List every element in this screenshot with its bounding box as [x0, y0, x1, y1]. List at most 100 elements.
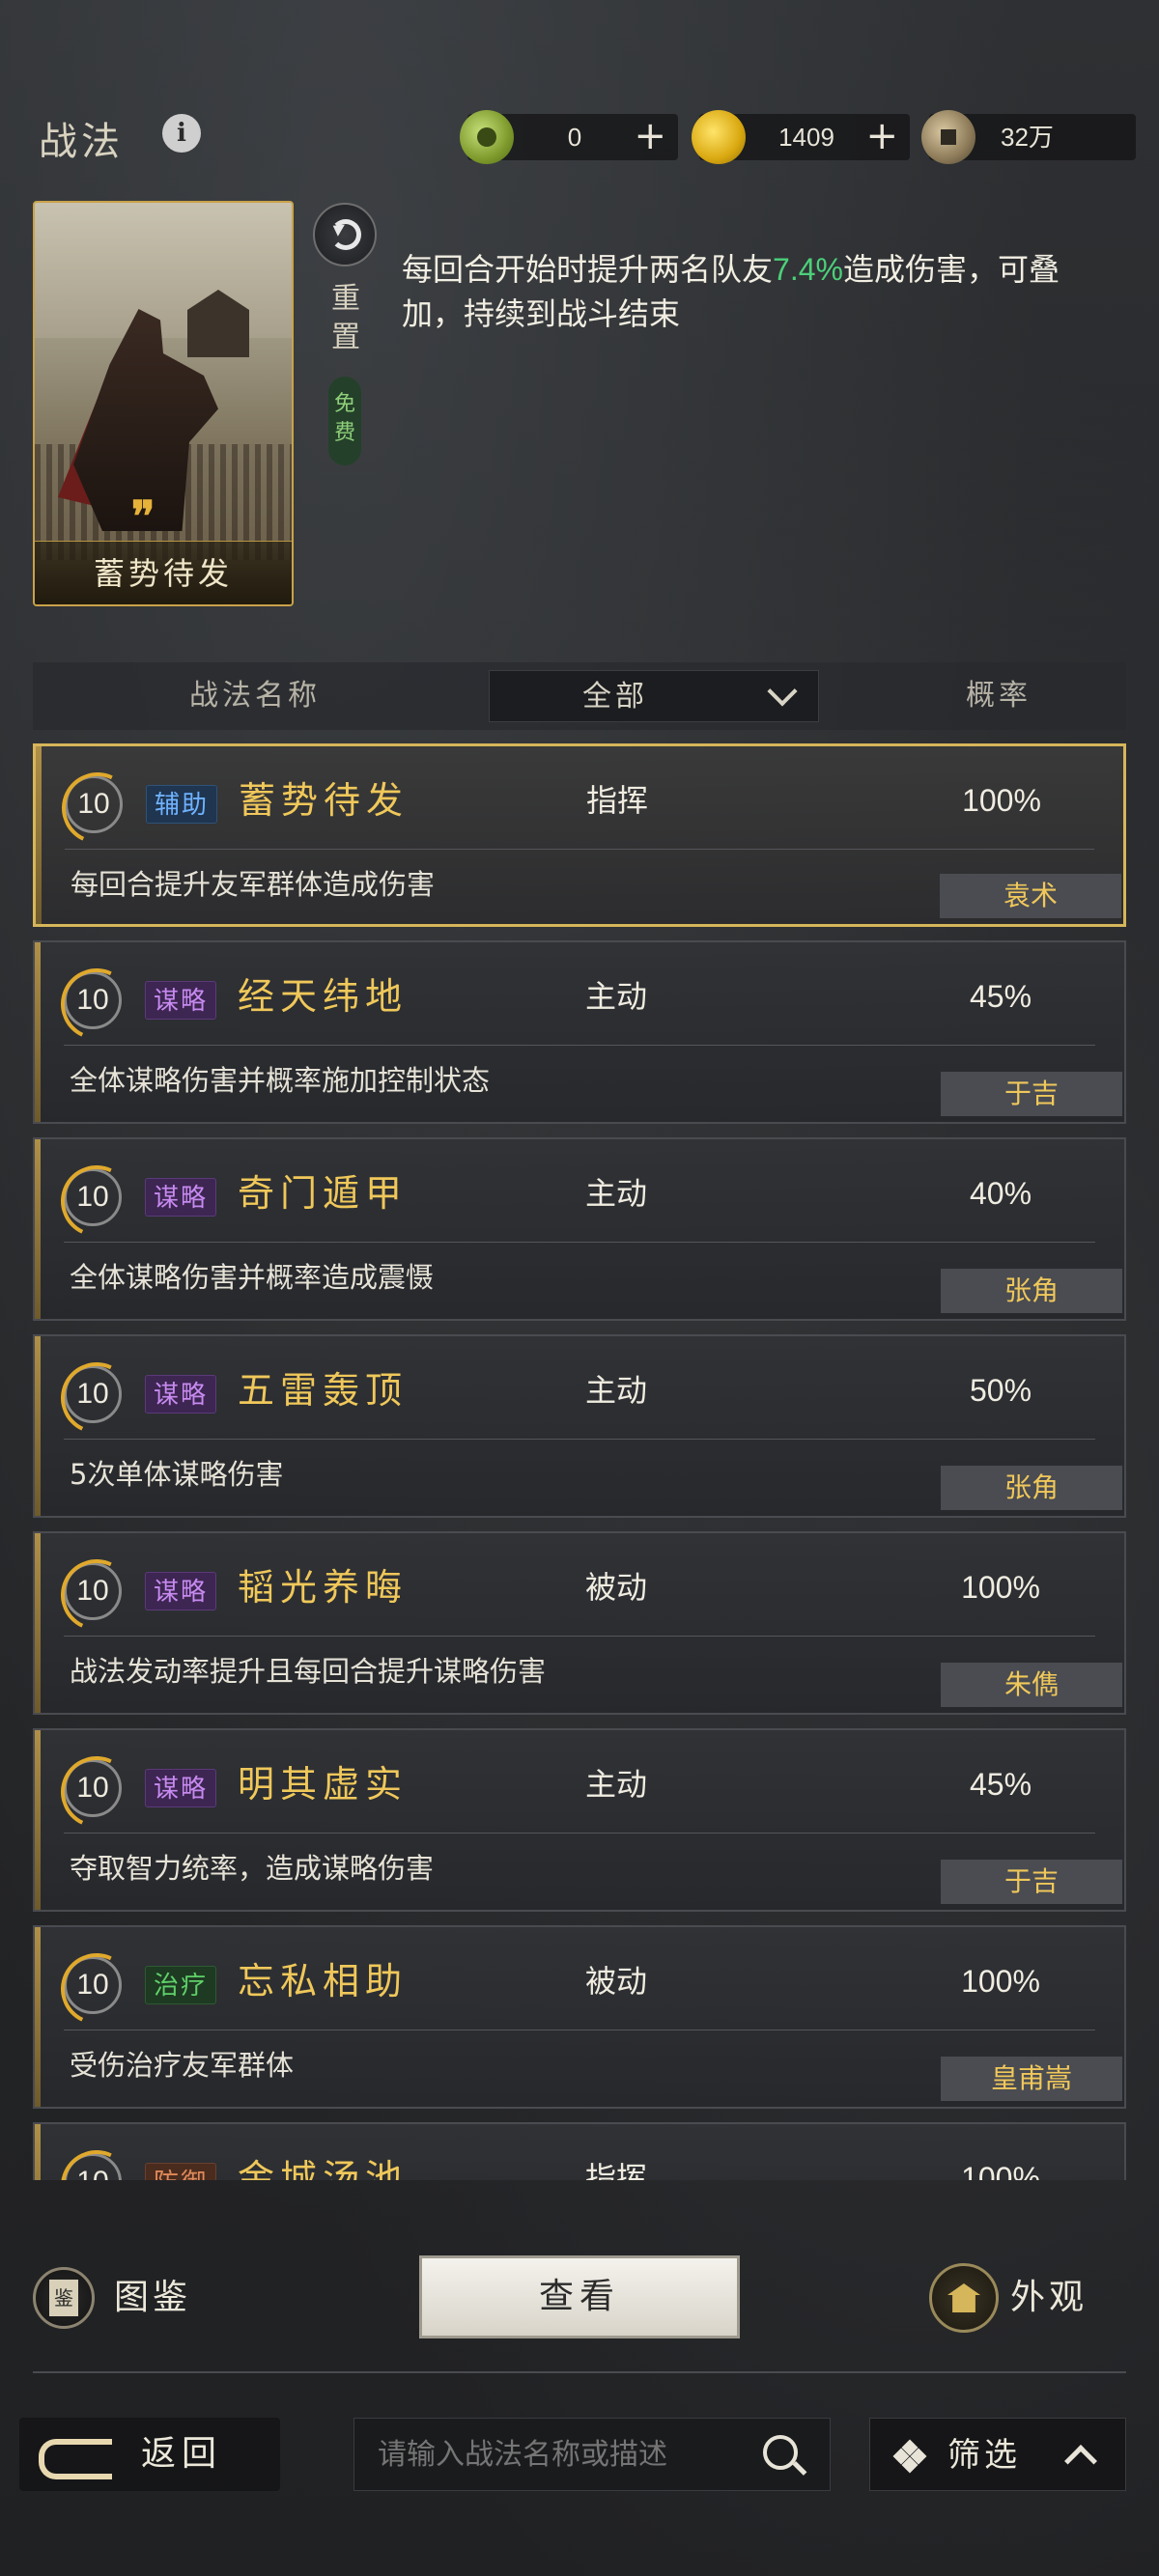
jade-coin-icon	[460, 110, 514, 164]
reset-arrow-icon	[330, 219, 361, 250]
reset-label: 重置	[307, 280, 384, 357]
atlas-icon	[33, 2267, 95, 2329]
skill-row[interactable]: 10 谋略 经天纬地 主动 45% 全体谋略伤害并概率施加控制状态 于吉	[33, 940, 1126, 1124]
back-button[interactable]: 返回	[19, 2418, 280, 2491]
skill-rate: 100%	[961, 1570, 1040, 1605]
atlas-label: 图鉴	[114, 2278, 192, 2317]
skill-level-badge: 10	[64, 1956, 122, 2014]
appearance-button[interactable]: 外观	[929, 2263, 1132, 2333]
skill-type: 主动	[585, 978, 648, 1015]
skill-owner-badge: 张角	[941, 1269, 1122, 1313]
skill-name: 奇门遁甲	[238, 1172, 409, 1215]
chevron-up-icon	[1064, 2445, 1097, 2478]
skill-description: 全体谋略伤害并概率施加控制状态	[70, 1064, 491, 1097]
skill-level-badge: 10	[64, 1562, 122, 1620]
back-arrow-icon	[39, 2439, 126, 2479]
row-divider	[64, 1242, 1095, 1243]
free-badge: 免费	[328, 377, 361, 465]
skill-row[interactable]: 10 谋略 五雷轰顶 主动 50% 5次单体谋略伤害 张角	[33, 1334, 1126, 1518]
search-input[interactable]	[353, 2418, 831, 2491]
skill-type: 被动	[585, 1963, 648, 2000]
skill-owner-badge: 于吉	[941, 1860, 1122, 1904]
skill-card-name: 蓄势待发	[35, 541, 292, 604]
skill-owner-badge: 张角	[941, 1466, 1122, 1510]
bottom-actions: 图鉴 查看 外观	[0, 2230, 1159, 2366]
card-sky	[35, 203, 292, 338]
add-jade-button[interactable]: +	[634, 114, 666, 158]
row-divider	[64, 1636, 1095, 1637]
row-divider	[64, 1439, 1095, 1440]
skill-description: 全体谋略伤害并概率造成震慑	[70, 1261, 435, 1294]
column-rate: 概率	[966, 679, 1032, 713]
skill-name: 金城汤池	[238, 2157, 409, 2180]
skill-category-tag: 谋略	[145, 1572, 217, 1610]
skill-level-badge: 10	[64, 1168, 122, 1226]
appearance-label: 外观	[1010, 2278, 1088, 2317]
skill-name: 韬光养晦	[238, 1566, 409, 1609]
featured-skill-panel: ❜❜ 蓄势待发 重置 免费 每回合开始时提升两名队友7.4%造成伤害，可叠加，持…	[0, 193, 1159, 618]
reset-label-text: 重置	[331, 282, 360, 354]
skill-card[interactable]: ❜❜ 蓄势待发	[33, 201, 294, 606]
currency-copper-value: 32万	[1001, 123, 1054, 152]
row-divider	[64, 1045, 1095, 1046]
quote-marks-icon: ❜❜	[131, 492, 155, 542]
skill-type: 主动	[585, 1372, 648, 1409]
divider	[33, 2371, 1126, 2373]
skill-description: 5次单体谋略伤害	[70, 1458, 284, 1491]
chevron-down-icon	[767, 676, 798, 707]
gold-coin-icon	[692, 110, 746, 164]
reset-button[interactable]	[313, 203, 377, 266]
row-edge	[35, 1730, 41, 1910]
filter-button[interactable]: 筛选	[869, 2418, 1126, 2491]
skill-row[interactable]: 10 防御 金城汤池 指挥 100%	[33, 2122, 1126, 2180]
free-badge-text: 免费	[333, 392, 355, 445]
skill-description: 每回合提升友军群体造成伤害	[71, 868, 436, 901]
add-gold-button[interactable]: +	[865, 114, 898, 158]
list-column-header: 战法名称 全部 概率	[33, 662, 1126, 730]
skill-description: 受伤治疗友军群体	[70, 2049, 295, 2082]
row-divider	[64, 1833, 1095, 1834]
skill-type: 指挥	[585, 2160, 648, 2180]
view-button[interactable]: 查看	[419, 2255, 740, 2338]
skill-owner-badge: 朱儁	[941, 1663, 1122, 1707]
filter-label: 筛选	[947, 2436, 1021, 2475]
bottom-nav: 返回 筛选	[0, 2414, 1159, 2491]
currency-gold-value: 1409	[778, 123, 834, 152]
skill-rate: 45%	[969, 1767, 1032, 1802]
category-filter-dropdown[interactable]: 全部	[489, 670, 819, 722]
skill-rate: 50%	[969, 1373, 1032, 1408]
skill-row[interactable]: 10 谋略 明其虚实 主动 45% 夺取智力统率，造成谋略伤害 于吉	[33, 1728, 1126, 1912]
skill-list[interactable]: 10 辅助 蓄势待发 指挥 100% 每回合提升友军群体造成伤害 袁术 10 谋略 经天纬地 主动 4…	[33, 743, 1126, 2180]
skill-category-tag: 治疗	[145, 1966, 217, 2004]
appearance-icon	[929, 2263, 999, 2333]
skill-type: 主动	[585, 1175, 648, 1212]
info-icon[interactable]: i	[162, 114, 201, 153]
skill-owner-badge: 皇甫嵩	[941, 2057, 1122, 2101]
atlas-button[interactable]: 图鉴	[33, 2263, 216, 2333]
skill-name: 经天纬地	[238, 975, 409, 1018]
skill-rate: 100%	[962, 783, 1041, 818]
row-edge	[36, 746, 42, 924]
back-label: 返回	[141, 2434, 223, 2474]
reset-column: 重置 免费	[307, 203, 384, 483]
skill-level-badge: 10	[65, 775, 123, 833]
skill-type: 指挥	[586, 782, 649, 819]
skill-category-tag: 谋略	[145, 981, 217, 1020]
skill-row[interactable]: 10 谋略 韬光养晦 被动 100% 战法发动率提升且每回合提升谋略伤害 朱儁	[33, 1531, 1126, 1715]
skill-name: 五雷轰顶	[238, 1369, 409, 1412]
row-edge	[35, 1139, 41, 1319]
row-edge	[35, 1533, 41, 1713]
featured-skill-description: 每回合开始时提升两名队友7.4%造成伤害，可叠加，持续到战斗结束	[402, 247, 1078, 336]
skill-owner-badge: 袁术	[940, 874, 1121, 918]
skill-row[interactable]: 10 谋略 奇门遁甲 主动 40% 全体谋略伤害并概率造成震慑 张角	[33, 1137, 1126, 1321]
skill-row[interactable]: 10 治疗 忘私相助 被动 100% 受伤治疗友军群体 皇甫嵩	[33, 1925, 1126, 2109]
skill-owner-badge: 于吉	[941, 1072, 1122, 1116]
skill-level-badge: 10	[64, 1365, 122, 1423]
column-skill-name: 战法名称	[189, 679, 321, 713]
skill-level-badge: 10	[64, 1759, 122, 1817]
desc-text-before: 每回合开始时提升两名队友	[402, 252, 774, 287]
search-icon[interactable]	[763, 2435, 798, 2470]
skill-row[interactable]: 10 辅助 蓄势待发 指挥 100% 每回合提升友军群体造成伤害 袁术	[33, 743, 1126, 927]
skill-type: 被动	[585, 1569, 648, 1606]
skill-type: 主动	[585, 1766, 648, 1803]
